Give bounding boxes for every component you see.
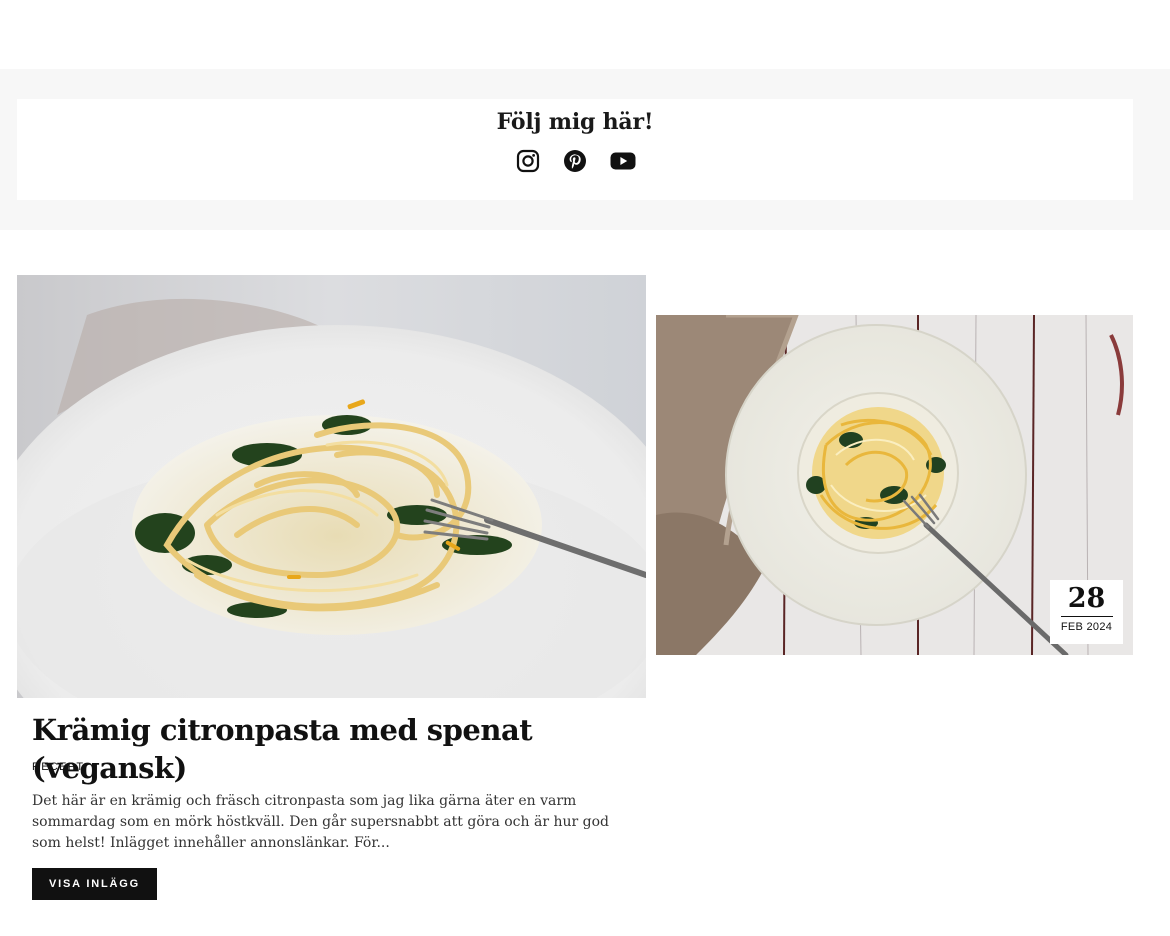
instagram-icon[interactable] bbox=[516, 149, 542, 175]
social-links bbox=[17, 149, 1133, 175]
follow-box: Följ mig här! bbox=[17, 99, 1133, 200]
date-divider bbox=[1060, 616, 1113, 617]
post-excerpt: Det här är en krämig och fräsch citronpa… bbox=[32, 793, 609, 851]
post-title[interactable]: Krämig citronpasta med spenat (vegansk) bbox=[32, 711, 642, 787]
post-category-link[interactable]: RECEPT bbox=[32, 761, 84, 773]
post-card-side[interactable]: 28 FEB 2024 bbox=[656, 315, 1133, 655]
post-date-badge: 28 FEB 2024 bbox=[1050, 580, 1123, 644]
post-date-day: 28 bbox=[1067, 583, 1106, 614]
post-image-link[interactable] bbox=[17, 275, 646, 698]
lemon-pasta-spinach-photo bbox=[17, 275, 646, 698]
follow-section: Följ mig här! bbox=[0, 69, 1170, 230]
post-card-main: Krämig citronpasta med spenat (vegansk) … bbox=[17, 275, 646, 900]
pinterest-icon[interactable] bbox=[563, 149, 589, 175]
youtube-icon[interactable] bbox=[610, 149, 636, 175]
read-post-button[interactable]: VISA INLÄGG bbox=[32, 868, 157, 900]
post-date-month: FEB 2024 bbox=[1060, 621, 1113, 633]
follow-title: Följ mig här! bbox=[496, 109, 654, 135]
